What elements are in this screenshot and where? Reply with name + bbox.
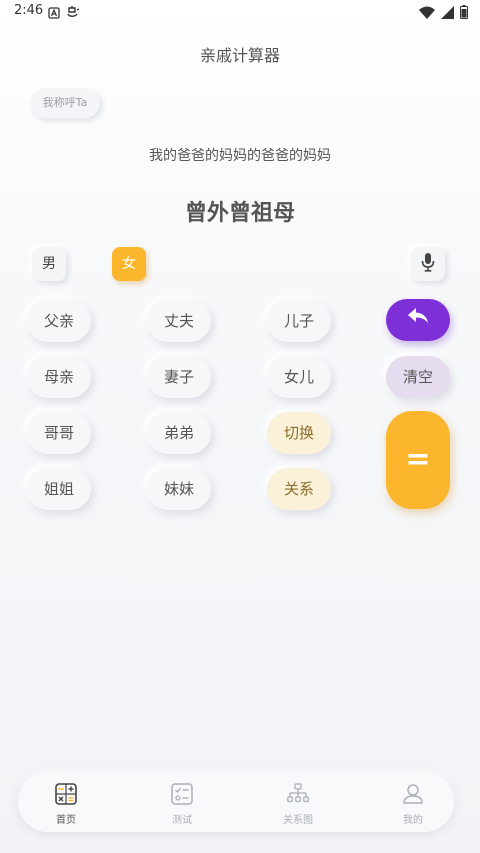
microphone-icon xyxy=(421,252,435,276)
undo-arrow-icon xyxy=(407,299,429,341)
relation-result: 曾外曾祖母 xyxy=(184,201,295,226)
wifi-icon xyxy=(419,4,435,23)
app-title: 亲戚计算器 xyxy=(199,46,280,65)
key-father[interactable]: 父亲 xyxy=(27,300,91,342)
key-elder-sister[interactable]: 姐姐 xyxy=(27,468,91,510)
nav-relation-chart[interactable]: 关系图 xyxy=(258,772,338,832)
status-time: 2:46 xyxy=(14,3,44,18)
nav-test[interactable]: 测试 xyxy=(142,772,222,832)
nav-home-label: 首页 xyxy=(56,815,76,826)
key-mother[interactable]: 母亲 xyxy=(27,356,91,398)
key-wife[interactable]: 妻子 xyxy=(147,356,211,398)
relation-button[interactable]: 关系 xyxy=(267,468,331,510)
clear-button[interactable]: 清空 xyxy=(386,356,450,398)
backspace-button[interactable] xyxy=(386,299,450,341)
nav-home[interactable]: 首页 xyxy=(26,772,106,832)
status-bar: 2:46 xyxy=(0,0,480,24)
nav-mine[interactable]: 我的 xyxy=(373,772,453,832)
status-left-icons xyxy=(48,4,80,23)
gender-male-button[interactable]: 男 xyxy=(32,247,66,281)
bug-icon xyxy=(66,4,80,23)
relation-expression: 我的爸爸的妈妈的爸爸的妈妈 xyxy=(149,148,331,164)
call-ta-chip[interactable]: 我称呼Ta xyxy=(30,88,100,118)
status-right-icons xyxy=(419,4,468,23)
gender-female-button[interactable]: 女 xyxy=(112,247,146,281)
bottom-nav: 首页 测试 关系图 我的 xyxy=(18,772,454,832)
signal-icon xyxy=(441,4,454,23)
key-younger-brother[interactable]: 弟弟 xyxy=(147,412,211,454)
key-daughter[interactable]: 女儿 xyxy=(267,356,331,398)
nav-test-label: 测试 xyxy=(172,815,192,826)
key-elder-brother[interactable]: 哥哥 xyxy=(27,412,91,454)
nav-relation-chart-label: 关系图 xyxy=(283,815,313,826)
battery-icon xyxy=(460,4,468,23)
notification-a-icon xyxy=(48,4,60,23)
voice-input-button[interactable] xyxy=(411,247,445,281)
equals-button[interactable]: = xyxy=(386,411,450,509)
key-husband[interactable]: 丈夫 xyxy=(147,300,211,342)
key-younger-sister[interactable]: 妹妹 xyxy=(147,468,211,510)
nav-mine-label: 我的 xyxy=(403,815,423,826)
key-son[interactable]: 儿子 xyxy=(267,300,331,342)
switch-button[interactable]: 切换 xyxy=(267,412,331,454)
